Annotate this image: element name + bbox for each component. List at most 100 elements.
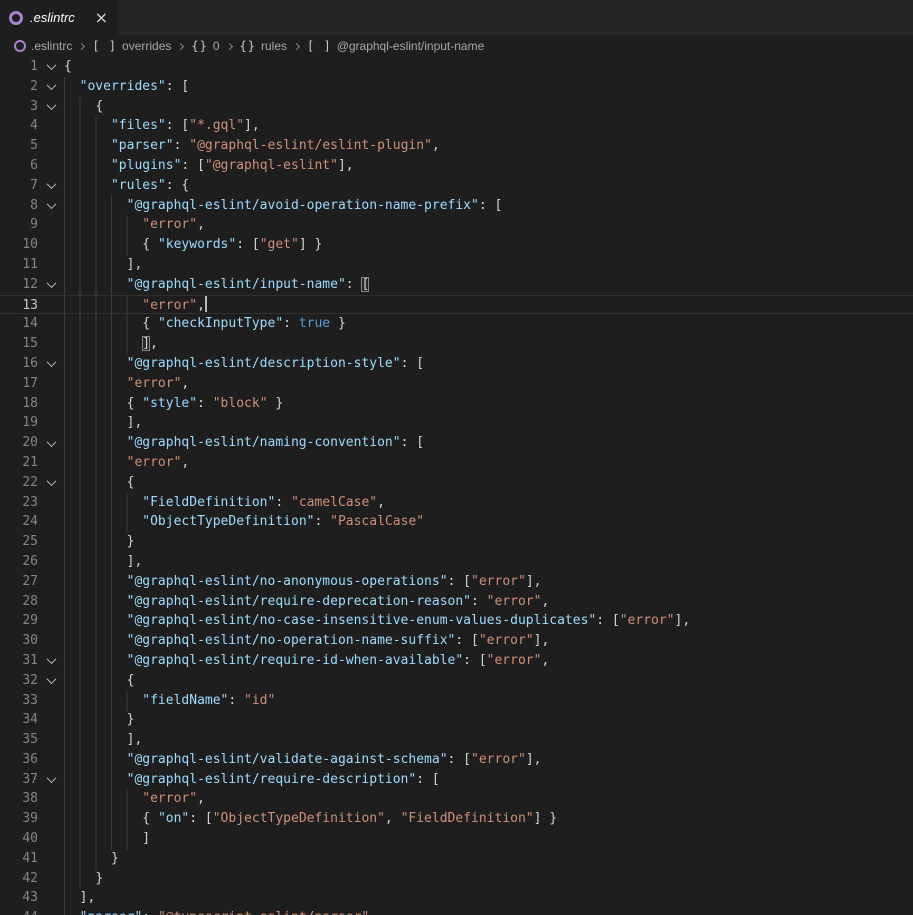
- editor-line[interactable]: 17 "error",: [0, 374, 913, 394]
- code-editor[interactable]: 1{2 "overrides": [3 {4 "files": ["*.gql"…: [0, 57, 913, 915]
- editor-line[interactable]: 42 }: [0, 869, 913, 889]
- code-token: :: [142, 910, 158, 915]
- line-number: 24: [0, 512, 38, 532]
- fold-column[interactable]: [38, 354, 64, 374]
- breadcrumb-item-rules[interactable]: {}rules: [240, 39, 287, 53]
- editor-line[interactable]: 12 "@graphql-eslint/input-name": [: [0, 275, 913, 295]
- code-token: ,: [385, 811, 401, 826]
- editor-line[interactable]: 21 "error",: [0, 453, 913, 473]
- code-token: ,: [377, 495, 385, 510]
- code-token: "@graphql-eslint/require-id-when-availab…: [127, 653, 464, 668]
- fold-column[interactable]: [38, 97, 64, 117]
- editor-line[interactable]: 31 "@graphql-eslint/require-id-when-avai…: [0, 651, 913, 671]
- code-token: "parser": [111, 138, 174, 153]
- fold-column[interactable]: [38, 57, 64, 77]
- editor-line[interactable]: 14 { "checkInputType": true }: [0, 314, 913, 334]
- indent-guides: [64, 849, 110, 870]
- editor-line[interactable]: 36 "@graphql-eslint/validate-against-sch…: [0, 750, 913, 770]
- code-token: }: [95, 871, 103, 886]
- editor-line[interactable]: 33 "fieldName": "id": [0, 691, 913, 711]
- close-icon[interactable]: ×: [95, 10, 108, 26]
- breadcrumb-item-overrides[interactable]: [ ]overrides: [92, 39, 171, 53]
- editor-line[interactable]: 1{: [0, 57, 913, 77]
- editor-line[interactable]: 5 "parser": "@graphql-eslint/eslint-plug…: [0, 136, 913, 156]
- editor-line[interactable]: 35 ],: [0, 730, 913, 750]
- editor-line[interactable]: 43 ],: [0, 888, 913, 908]
- code-token: "PascalCase": [330, 514, 424, 529]
- editor-line[interactable]: 10 { "keywords": ["get"] }: [0, 235, 913, 255]
- editor-line[interactable]: 18 { "style": "block" }: [0, 394, 913, 414]
- editor-line[interactable]: 25 }: [0, 532, 913, 552]
- line-number: 44: [0, 908, 38, 915]
- editor-line[interactable]: 38 "error",: [0, 789, 913, 809]
- editor-line[interactable]: 7 "rules": {: [0, 176, 913, 196]
- fold-column[interactable]: [38, 671, 64, 691]
- code-token: "ObjectTypeDefinition": [142, 514, 314, 529]
- editor-line[interactable]: 24 "ObjectTypeDefinition": "PascalCase": [0, 512, 913, 532]
- editor-line[interactable]: 8 "@graphql-eslint/avoid-operation-name-…: [0, 196, 913, 216]
- line-number: 19: [0, 413, 38, 433]
- editor-line[interactable]: 28 "@graphql-eslint/require-deprecation-…: [0, 592, 913, 612]
- editor-line[interactable]: 20 "@graphql-eslint/naming-convention": …: [0, 433, 913, 453]
- editor-line[interactable]: 4 "files": ["*.gql"],: [0, 116, 913, 136]
- editor-line[interactable]: 19 ],: [0, 413, 913, 433]
- fold-column[interactable]: [38, 770, 64, 790]
- editor-line[interactable]: 34 }: [0, 710, 913, 730]
- code-token: ,: [181, 376, 189, 391]
- editor-line[interactable]: 13 "error",: [0, 295, 913, 315]
- fold-column[interactable]: [38, 651, 64, 671]
- editor-line[interactable]: 30 "@graphql-eslint/no-operation-name-su…: [0, 631, 913, 651]
- fold-column[interactable]: [38, 77, 64, 97]
- fold-column[interactable]: [38, 176, 64, 196]
- editor-line[interactable]: 32 {: [0, 671, 913, 691]
- editor-line[interactable]: 15 ],: [0, 334, 913, 354]
- fold-column[interactable]: [38, 473, 64, 493]
- breadcrumb-item-0[interactable]: {}0: [191, 39, 219, 53]
- chevron-down-icon: [46, 199, 56, 209]
- editor-line[interactable]: 40 ]: [0, 829, 913, 849]
- line-number: 2: [0, 77, 38, 97]
- editor-line[interactable]: 9 "error",: [0, 215, 913, 235]
- editor-line[interactable]: 22 {: [0, 473, 913, 493]
- editor-line[interactable]: 3 {: [0, 97, 913, 117]
- indent-guides: [64, 671, 126, 692]
- line-number: 35: [0, 730, 38, 750]
- code-token: "@graphql-eslint": [205, 158, 338, 173]
- tab-eslintrc[interactable]: .eslintrc ×: [0, 0, 118, 35]
- editor-line[interactable]: 11 ],: [0, 255, 913, 275]
- fold-column: [38, 730, 64, 750]
- editor-line[interactable]: 44 "parser": "@typescript-eslint/parser": [0, 908, 913, 915]
- code-text: "@graphql-eslint/require-description": [: [64, 770, 913, 790]
- tab-label: .eslintrc: [30, 10, 89, 25]
- editor-line[interactable]: 39 { "on": ["ObjectTypeDefinition", "Fie…: [0, 809, 913, 829]
- fold-column: [38, 493, 64, 513]
- editor-line[interactable]: 16 "@graphql-eslint/description-style": …: [0, 354, 913, 374]
- editor-line[interactable]: 2 "overrides": [: [0, 77, 913, 97]
- fold-column: [38, 908, 64, 915]
- code-token: :: [346, 277, 362, 292]
- editor-line[interactable]: 6 "plugins": ["@graphql-eslint"],: [0, 156, 913, 176]
- indent-guides: [64, 809, 141, 830]
- chevron-down-icon: [46, 100, 56, 110]
- line-number: 6: [0, 156, 38, 176]
- code-text: ],: [64, 552, 913, 572]
- code-text: "error",: [64, 296, 913, 314]
- editor-line[interactable]: 41 }: [0, 849, 913, 869]
- indent-guides: [64, 136, 110, 157]
- code-token: "get": [260, 237, 299, 252]
- line-number: 1: [0, 57, 38, 77]
- editor-line[interactable]: 37 "@graphql-eslint/require-description"…: [0, 770, 913, 790]
- fold-column[interactable]: [38, 196, 64, 216]
- editor-line[interactable]: 29 "@graphql-eslint/no-case-insensitive-…: [0, 611, 913, 631]
- editor-line[interactable]: 27 "@graphql-eslint/no-anonymous-operati…: [0, 572, 913, 592]
- line-number: 39: [0, 809, 38, 829]
- editor-line[interactable]: 26 ],: [0, 552, 913, 572]
- fold-column[interactable]: [38, 433, 64, 453]
- fold-column[interactable]: [38, 275, 64, 295]
- editor-line[interactable]: 23 "FieldDefinition": "camelCase",: [0, 493, 913, 513]
- code-token: "@graphql-eslint/no-case-insensitive-enu…: [127, 613, 597, 628]
- code-token: "*.gql": [189, 118, 244, 133]
- code-text: "error",: [64, 215, 913, 235]
- breadcrumb-item--eslintrc[interactable]: .eslintrc: [14, 39, 72, 53]
- breadcrumb-item--graphql-eslint-input-name[interactable]: [ ]@graphql-eslint/input-name: [307, 39, 484, 53]
